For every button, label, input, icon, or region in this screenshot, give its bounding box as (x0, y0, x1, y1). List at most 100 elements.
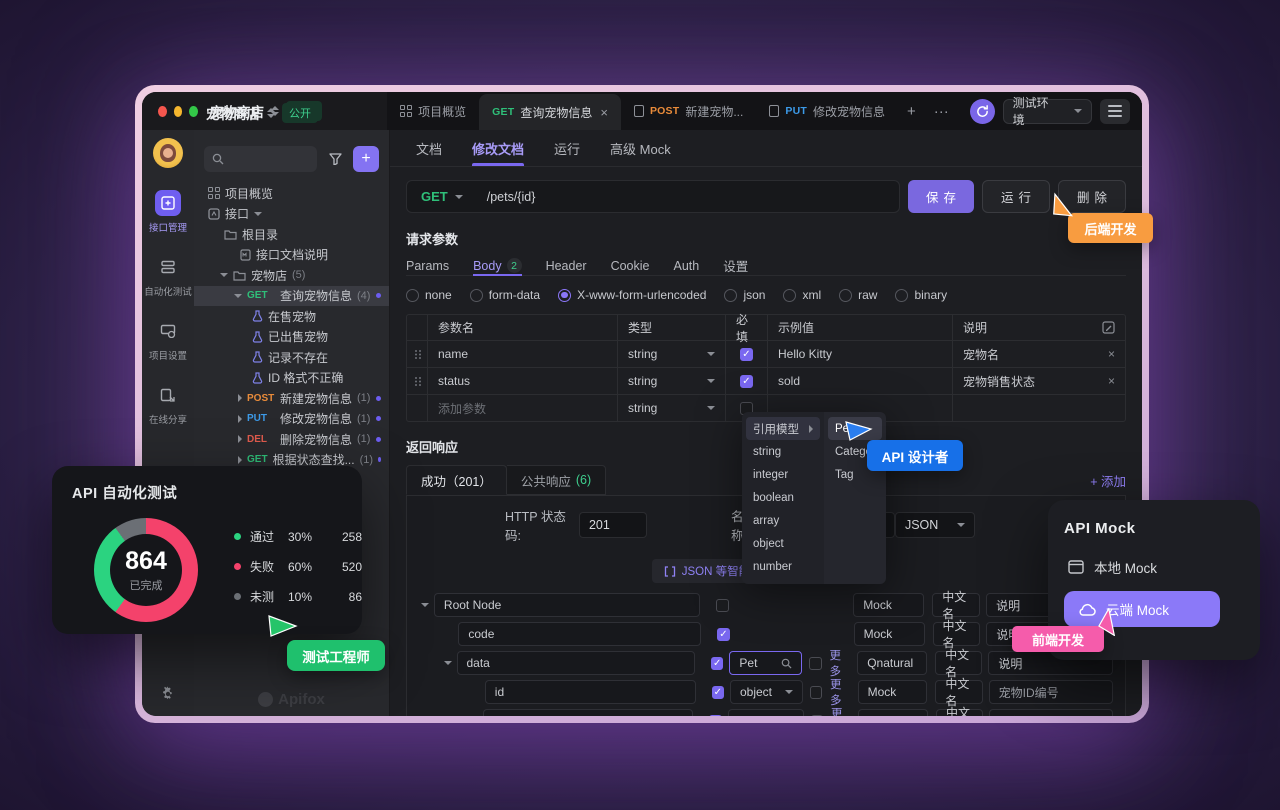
param-name-input[interactable]: status (427, 368, 617, 394)
radio-xml[interactable]: xml (783, 288, 821, 302)
schema-checkbox-2[interactable] (810, 686, 822, 699)
required-checkbox[interactable]: ✓ (740, 348, 753, 361)
tab-common-responses[interactable]: 公共响应 (6) (507, 465, 606, 495)
add-response-button[interactable]: + 添加 (1090, 471, 1126, 490)
method-select[interactable]: GET (407, 189, 475, 204)
menu-item-integer[interactable]: integer (746, 463, 820, 486)
schema-cn-input[interactable]: 中文名 (936, 709, 983, 716)
tab-params[interactable]: Params (406, 256, 449, 275)
schema-mock-input[interactable]: Mock (854, 622, 925, 646)
filter-icon[interactable] (323, 147, 347, 171)
more-link[interactable]: 更多 (831, 705, 853, 716)
rail-item-auto-testing[interactable]: 自动化测试 (144, 254, 192, 298)
schema-checkbox-2[interactable] (809, 657, 821, 670)
menu-button[interactable] (1100, 99, 1130, 124)
close-tab-icon[interactable]: × (600, 105, 608, 120)
local-mock-item[interactable]: 本地 Mock (1064, 557, 1244, 577)
schema-checkbox[interactable]: ✓ (711, 657, 723, 670)
tree-item-del-delete-pet[interactable]: DEL 删除宠物信息 (1) (194, 429, 389, 450)
cloud-mock-button[interactable]: 云端 Mock (1064, 591, 1220, 627)
tab-get-endpoint[interactable]: GET 查询宠物信息 × (479, 94, 621, 130)
menu-item-string[interactable]: string (746, 440, 820, 463)
delete-row-icon[interactable]: × (1108, 347, 1115, 361)
tree-item-get-query-pet[interactable]: GET 查询宠物信息 (4) (194, 286, 389, 307)
param-example-input[interactable]: sold (767, 368, 952, 394)
param-example-input[interactable]: Hello Kitty (767, 341, 952, 367)
more-link[interactable]: 更多 (830, 647, 852, 679)
tab-overflow-button[interactable]: ··· (925, 92, 958, 130)
subtab-advanced-mock[interactable]: 高级 Mock (610, 130, 671, 166)
schema-name-input[interactable]: data (457, 651, 696, 675)
schema-cn-input[interactable]: 中文名 (935, 651, 982, 675)
tab-success-201[interactable]: 成功（201） (406, 465, 507, 495)
tab-header[interactable]: Header (546, 256, 587, 275)
radio-json[interactable]: json (724, 288, 765, 302)
schema-cn-input[interactable]: 中文名 (932, 593, 980, 617)
schema-checkbox-2[interactable] (811, 715, 823, 717)
tree-case-sold[interactable]: 已出售宠物 (194, 327, 389, 348)
tab-body[interactable]: Body 2 (473, 256, 522, 275)
schema-checkbox[interactable] (716, 599, 729, 612)
subtab-edit-doc[interactable]: 修改文档 (472, 130, 524, 166)
schema-mock-input[interactable]: Mock (853, 593, 924, 617)
param-type-select[interactable]: string (617, 341, 725, 367)
drag-handle-icon[interactable] (407, 368, 427, 394)
schema-name-input[interactable]: Root Node (434, 593, 700, 617)
rail-item-api-management[interactable]: 接口管理 (149, 190, 187, 234)
schema-desc-input[interactable]: 宠物ID编号 (989, 680, 1113, 704)
tree-item-post-create-pet[interactable]: POST 新建宠物信息 (1) (194, 388, 389, 409)
close-window-button[interactable] (158, 106, 167, 117)
tab-auth[interactable]: Auth (674, 256, 700, 275)
tree-case-bad-id[interactable]: ID 格式不正确 (194, 368, 389, 389)
add-param-input[interactable]: 添加参数 (427, 395, 617, 421)
subtab-run[interactable]: 运行 (554, 130, 580, 166)
radio-none[interactable]: none (406, 288, 452, 302)
zoom-window-button[interactable] (189, 106, 198, 117)
menu-item-array[interactable]: array (746, 509, 820, 532)
schema-checkbox[interactable]: ✓ (717, 628, 730, 641)
tree-item-put-update-pet[interactable]: PUT 修改宠物信息 (1) (194, 409, 389, 430)
schema-type-select[interactable]: object (730, 680, 803, 704)
edit-columns-icon[interactable] (1102, 321, 1115, 334)
drag-handle-icon[interactable] (407, 341, 427, 367)
settings-gear-icon[interactable] (160, 686, 176, 702)
environment-select[interactable]: 测试环境 (1003, 99, 1093, 124)
rail-item-online-share[interactable]: 在线分享 (149, 382, 187, 426)
format-select[interactable]: JSON (895, 512, 975, 538)
param-type-select[interactable]: string (617, 395, 725, 421)
schema-type-select[interactable]: Category (728, 709, 804, 716)
schema-cn-input[interactable]: 中文名 (933, 622, 981, 646)
tree-item-apis[interactable]: 接口 (194, 204, 389, 225)
caret-down-icon[interactable] (421, 603, 429, 607)
param-desc-input[interactable]: 宠物名 (963, 346, 999, 363)
search-input[interactable] (204, 146, 317, 172)
tab-post-endpoint[interactable]: POST 新建宠物... (621, 92, 756, 130)
schema-checkbox[interactable]: ✓ (712, 686, 724, 699)
tree-item-overview[interactable]: 项目概览 (194, 183, 389, 204)
menu-item-boolean[interactable]: boolean (746, 486, 820, 509)
subtab-doc[interactable]: 文档 (416, 130, 442, 166)
schema-mock-input[interactable]: Qnatural (857, 651, 927, 675)
tab-settings[interactable]: 设置 (723, 256, 748, 275)
radio-raw[interactable]: raw (839, 288, 877, 302)
tree-case-not-found[interactable]: 记录不存在 (194, 347, 389, 368)
schema-name-input[interactable]: code (458, 622, 701, 646)
schema-cn-input[interactable]: 中文名 (935, 680, 982, 704)
required-checkbox[interactable]: ✓ (740, 375, 753, 388)
schema-mock-input[interactable]: Mock (858, 680, 928, 704)
tab-put-endpoint[interactable]: PUT 修改宠物信息 (756, 92, 898, 130)
tab-cookie[interactable]: Cookie (611, 256, 650, 275)
schema-name-input[interactable]: id (485, 680, 696, 704)
new-tab-button[interactable]: + (898, 92, 925, 130)
tree-item-doc[interactable]: 接口文档说明 (194, 245, 389, 266)
tab-project-overview[interactable]: 项目概览 (387, 92, 479, 130)
radio-binary[interactable]: binary (895, 288, 947, 302)
schema-type-search[interactable]: Pet (729, 651, 802, 675)
menu-item-number[interactable]: number (746, 555, 820, 578)
caret-down-icon[interactable] (444, 661, 452, 665)
schema-name-input[interactable]: category (483, 709, 693, 716)
schema-checkbox[interactable]: ✓ (709, 715, 721, 717)
more-link[interactable]: 更多 (830, 676, 852, 708)
sync-icon[interactable] (970, 99, 995, 124)
schema-desc-input[interactable]: 分组 (989, 709, 1113, 716)
